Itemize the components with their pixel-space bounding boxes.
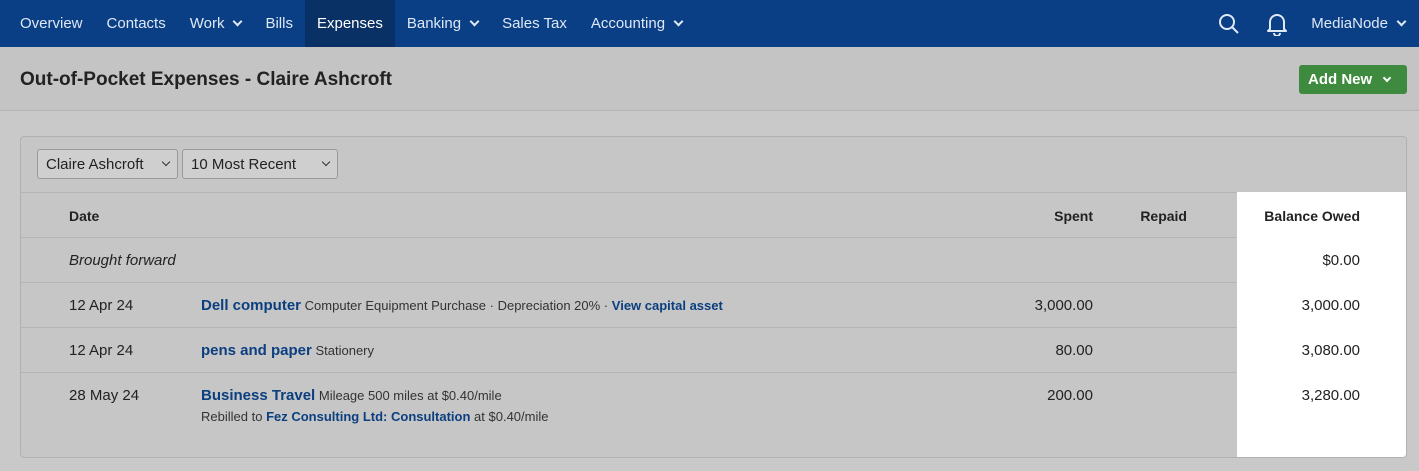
rebill-note: Rebilled to Fez Consulting Ltd: Consulta… bbox=[201, 409, 548, 424]
nav-bills[interactable]: Bills bbox=[253, 0, 305, 47]
nav-work-label: Work bbox=[189, 15, 225, 32]
nav-sales-tax[interactable]: Sales Tax bbox=[490, 0, 579, 47]
person-select[interactable]: Claire Ashcroft bbox=[37, 149, 178, 179]
chevron-down-icon bbox=[469, 16, 480, 27]
nav-sales-tax-label: Sales Tax bbox=[502, 15, 567, 32]
row-date: 28 May 24 bbox=[69, 387, 140, 404]
brought-forward-row: Brought forward $0.00 bbox=[21, 237, 1406, 282]
range-select[interactable]: 10 Most Recent bbox=[182, 149, 338, 179]
header-date: Date bbox=[69, 208, 100, 224]
table-header-row: Date Spent Repaid Balance Owed bbox=[21, 192, 1406, 237]
add-new-label: Add New bbox=[1308, 71, 1373, 88]
nav-banking[interactable]: Banking bbox=[395, 0, 490, 47]
balance-column-highlight bbox=[1237, 192, 1406, 457]
expense-link[interactable]: Business Travel bbox=[201, 387, 315, 404]
nav-overview[interactable]: Overview bbox=[0, 0, 95, 47]
expenses-card: Claire Ashcroft 10 Most Recent Date Spen… bbox=[20, 136, 1407, 458]
page-title: Out-of-Pocket Expenses - Claire Ashcroft bbox=[20, 69, 392, 90]
row-spent: 3,000.00 bbox=[1034, 297, 1093, 314]
top-navigation: Overview Contacts Work Bills Expenses Ba… bbox=[0, 0, 1419, 47]
row-description: pens and paper Stationery bbox=[201, 342, 374, 359]
expense-link[interactable]: pens and paper bbox=[201, 342, 312, 359]
filters: Claire Ashcroft 10 Most Recent bbox=[37, 149, 338, 179]
nav-bills-label: Bills bbox=[265, 15, 293, 32]
expense-link[interactable]: Dell computer bbox=[201, 297, 301, 314]
header-balance: Balance Owed bbox=[1264, 208, 1360, 224]
nav-overview-label: Overview bbox=[20, 15, 83, 32]
nav-expenses-label: Expenses bbox=[316, 15, 383, 32]
row-spent: 200.00 bbox=[1047, 387, 1093, 404]
org-switcher[interactable]: MediaNode bbox=[1301, 15, 1419, 32]
org-name: MediaNode bbox=[1311, 15, 1388, 32]
nav-expenses[interactable]: Expenses bbox=[304, 0, 395, 47]
add-new-button[interactable]: Add New bbox=[1299, 65, 1407, 94]
range-select-value: 10 Most Recent bbox=[191, 155, 297, 173]
page-header: Out-of-Pocket Expenses - Claire Ashcroft… bbox=[0, 47, 1419, 111]
row-description: Dell computer Computer Equipment Purchas… bbox=[201, 297, 723, 314]
search-icon[interactable] bbox=[1205, 0, 1253, 47]
header-repaid: Repaid bbox=[1140, 208, 1187, 224]
header-spent: Spent bbox=[1054, 208, 1093, 224]
chevron-down-icon bbox=[161, 157, 171, 167]
nav-contacts-label: Contacts bbox=[106, 15, 166, 32]
row-spent: 80.00 bbox=[1055, 342, 1093, 359]
brought-forward-label: Brought forward bbox=[69, 252, 176, 269]
nav-right-group: MediaNode bbox=[1205, 0, 1419, 47]
row-date: 12 Apr 24 bbox=[69, 342, 134, 359]
row-date: 12 Apr 24 bbox=[69, 297, 134, 314]
table-row: 28 May 24 Business Travel Mileage 500 mi… bbox=[21, 372, 1406, 457]
brought-forward-balance: $0.00 bbox=[1322, 252, 1360, 269]
nav-contacts[interactable]: Contacts bbox=[95, 0, 178, 47]
table-row: 12 Apr 24 Dell computer Computer Equipme… bbox=[21, 282, 1406, 327]
row-balance: 3,080.00 bbox=[1301, 342, 1360, 359]
nav-accounting[interactable]: Accounting bbox=[579, 0, 694, 47]
expenses-table: Date Spent Repaid Balance Owed Brought f… bbox=[21, 192, 1406, 457]
expense-detail: Mileage 500 miles at $0.40/mile bbox=[318, 388, 502, 403]
nav-accounting-label: Accounting bbox=[590, 15, 666, 32]
expense-detail: Stationery bbox=[315, 343, 375, 358]
chevron-down-icon bbox=[1396, 16, 1407, 27]
rebill-project-link[interactable]: Fez Consulting Ltd: Consultation bbox=[266, 409, 470, 424]
row-balance: 3,000.00 bbox=[1301, 297, 1360, 314]
expense-detail: Computer Equipment Purchase · Depreciati… bbox=[304, 298, 609, 313]
rebill-prefix: Rebilled to bbox=[201, 409, 263, 424]
chevron-down-icon bbox=[321, 157, 331, 167]
rebill-suffix: at $0.40/mile bbox=[474, 409, 549, 424]
view-capital-asset-link[interactable]: View capital asset bbox=[612, 298, 723, 313]
row-description: Business Travel Mileage 500 miles at $0.… bbox=[201, 387, 502, 404]
nav-work[interactable]: Work bbox=[178, 0, 254, 47]
chevron-down-icon bbox=[673, 16, 684, 27]
row-balance: 3,280.00 bbox=[1301, 387, 1360, 404]
person-select-value: Claire Ashcroft bbox=[46, 155, 144, 173]
chevron-down-icon bbox=[1382, 73, 1392, 82]
table-row: 12 Apr 24 pens and paper Stationery 80.0… bbox=[21, 327, 1406, 372]
nav-banking-label: Banking bbox=[406, 15, 462, 32]
chevron-down-icon bbox=[233, 16, 243, 27]
bell-icon[interactable] bbox=[1253, 0, 1301, 47]
